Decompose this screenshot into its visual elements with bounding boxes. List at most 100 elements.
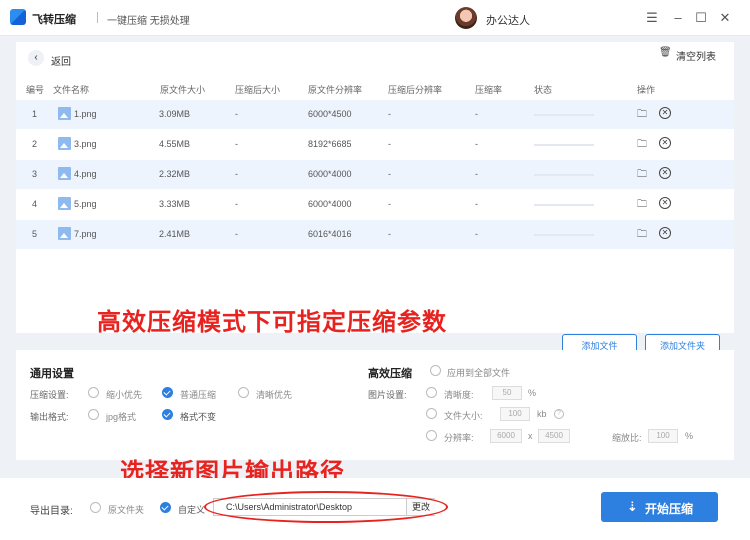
row-ratio: - bbox=[475, 199, 478, 209]
table-row[interactable]: 5 7.png 2.41MB - 6016*4016 - - 🗀 ✕ bbox=[16, 220, 734, 249]
option-clarity-priority[interactable]: 清晰优先 bbox=[256, 388, 292, 401]
help-icon[interactable]: ? bbox=[554, 409, 564, 419]
settings-panel: 通用设置 压缩设置: 缩小优先 普通压缩 清晰优先 输出格式: jpg格式 格式… bbox=[16, 350, 734, 460]
folder-icon[interactable]: 🗀 bbox=[637, 107, 647, 124]
radio-clarity-priority[interactable] bbox=[238, 387, 249, 398]
radio-keep-format[interactable] bbox=[162, 409, 173, 420]
trash-icon[interactable]: 🗑 bbox=[659, 47, 672, 58]
row-size: 3.33MB bbox=[159, 199, 191, 209]
radio-apply-all[interactable] bbox=[430, 365, 441, 376]
scale-label: 缩放比: bbox=[612, 433, 642, 443]
app-logo-icon bbox=[10, 9, 26, 25]
status-progress-bar bbox=[534, 114, 594, 116]
row-new-resolution: - bbox=[388, 139, 391, 149]
row-no: 4 bbox=[32, 199, 38, 209]
radio-custom-folder[interactable] bbox=[160, 502, 171, 513]
status-progress-bar bbox=[534, 174, 594, 176]
title-divider bbox=[97, 12, 98, 23]
compress-setting-label: 压缩设置: bbox=[30, 390, 69, 400]
radio-resolution[interactable] bbox=[426, 430, 437, 441]
folder-icon[interactable]: 🗀 bbox=[637, 227, 647, 244]
row-compressed: - bbox=[235, 139, 238, 149]
menu-icon[interactable]: ☰ bbox=[644, 10, 660, 26]
status-progress-bar bbox=[534, 144, 594, 146]
row-new-resolution: - bbox=[388, 109, 391, 119]
clear-list-button[interactable]: 清空列表 bbox=[676, 48, 716, 63]
option-shrink-priority[interactable]: 缩小优先 bbox=[106, 388, 142, 401]
radio-normal-compress[interactable] bbox=[162, 387, 173, 398]
start-compress-button[interactable]: ⇣ 开始压缩 bbox=[601, 492, 718, 522]
delete-icon[interactable]: ✕ bbox=[659, 107, 671, 119]
row-compressed: - bbox=[235, 169, 238, 179]
radio-file-size[interactable] bbox=[426, 408, 437, 419]
folder-icon[interactable]: 🗀 bbox=[637, 167, 647, 184]
image-file-icon bbox=[58, 197, 71, 210]
back-arrow-icon[interactable]: ‹ bbox=[28, 50, 44, 66]
resolution-label: 分辨率: bbox=[444, 433, 474, 443]
row-ratio: - bbox=[475, 139, 478, 149]
image-setting-label: 图片设置: bbox=[368, 390, 407, 400]
row-ratio: - bbox=[475, 169, 478, 179]
clarity-unit: % bbox=[528, 388, 537, 398]
delete-icon[interactable]: ✕ bbox=[659, 197, 671, 209]
file-size-unit: kb bbox=[537, 409, 547, 419]
table-header: 编号 文件名称 原文件大小 压缩后大小 原文件分辨率 压缩后分辨率 压缩率 状态… bbox=[0, 83, 718, 99]
back-button[interactable]: 返回 bbox=[51, 53, 71, 68]
option-jpg-format[interactable]: jpg格式 bbox=[106, 410, 136, 423]
radio-shrink-priority[interactable] bbox=[88, 387, 99, 398]
apply-all-label[interactable]: 应用到全部文件 bbox=[447, 366, 510, 379]
status-progress-bar bbox=[534, 234, 594, 236]
row-filename: 1.png bbox=[74, 109, 97, 119]
table-row[interactable]: 3 4.png 2.32MB - 6000*4000 - - 🗀 ✕ bbox=[16, 160, 734, 189]
file-size-label: 文件大小: bbox=[444, 411, 483, 421]
radio-jpg-format[interactable] bbox=[88, 409, 99, 420]
option-original-folder[interactable]: 原文件夹 bbox=[108, 503, 144, 516]
table-row[interactable]: 4 5.png 3.33MB - 6000*4000 - - 🗀 ✕ bbox=[16, 190, 734, 219]
file-size-input[interactable]: 100 bbox=[500, 407, 530, 421]
resolution-times: x bbox=[528, 431, 533, 441]
row-resolution: 6000*4000 bbox=[308, 169, 352, 179]
row-new-resolution: - bbox=[388, 229, 391, 239]
image-file-icon bbox=[58, 227, 71, 240]
option-custom-folder[interactable]: 自定义 bbox=[178, 503, 205, 516]
image-file-icon bbox=[58, 167, 71, 180]
row-compressed: - bbox=[235, 109, 238, 119]
maximize-icon[interactable]: ☐ bbox=[693, 10, 709, 26]
delete-icon[interactable]: ✕ bbox=[659, 167, 671, 179]
table-row[interactable]: 2 3.png 4.55MB - 8192*6685 - - 🗀 ✕ bbox=[16, 130, 734, 159]
row-size: 4.55MB bbox=[159, 139, 191, 149]
minimize-icon[interactable]: – bbox=[670, 10, 686, 26]
close-icon[interactable]: ✕ bbox=[717, 10, 733, 26]
row-ratio: - bbox=[475, 109, 478, 119]
row-ratio: - bbox=[475, 229, 478, 239]
col-resolution: 原文件分辨率 bbox=[308, 85, 363, 95]
folder-icon[interactable]: 🗀 bbox=[637, 137, 647, 154]
table-row[interactable]: 1 1.png 3.09MB - 6000*4500 - - 🗀 ✕ bbox=[16, 100, 734, 129]
col-no: 编号 bbox=[26, 85, 45, 95]
user-name[interactable]: 办公达人 bbox=[486, 12, 530, 28]
title-bar: 飞转压缩 一键压缩 无损处理 办公达人 ☰ – ☐ ✕ bbox=[0, 0, 750, 36]
option-keep-format[interactable]: 格式不变 bbox=[180, 410, 216, 423]
advanced-compress-title: 高效压缩 bbox=[368, 368, 412, 380]
resolution-width-input[interactable]: 6000 bbox=[490, 429, 522, 443]
row-no: 3 bbox=[32, 169, 38, 179]
scale-unit: % bbox=[685, 431, 694, 441]
row-resolution: 6000*4000 bbox=[308, 199, 352, 209]
row-no: 1 bbox=[32, 109, 38, 119]
export-dir-label: 导出目录: bbox=[30, 506, 73, 517]
row-filename: 3.png bbox=[74, 139, 97, 149]
delete-icon[interactable]: ✕ bbox=[659, 137, 671, 149]
row-size: 2.41MB bbox=[159, 229, 191, 239]
clarity-label: 清晰度: bbox=[444, 390, 474, 400]
resolution-height-input[interactable]: 4500 bbox=[538, 429, 570, 443]
scale-input[interactable]: 100 bbox=[648, 429, 678, 443]
radio-original-folder[interactable] bbox=[90, 502, 101, 513]
image-file-icon bbox=[58, 137, 71, 150]
clarity-input[interactable]: 50 bbox=[492, 386, 522, 400]
delete-icon[interactable]: ✕ bbox=[659, 227, 671, 239]
option-normal-compress[interactable]: 普通压缩 bbox=[180, 388, 216, 401]
col-compressed: 压缩后大小 bbox=[235, 85, 281, 95]
user-avatar[interactable] bbox=[455, 7, 477, 29]
folder-icon[interactable]: 🗀 bbox=[637, 197, 647, 214]
radio-clarity[interactable] bbox=[426, 387, 437, 398]
